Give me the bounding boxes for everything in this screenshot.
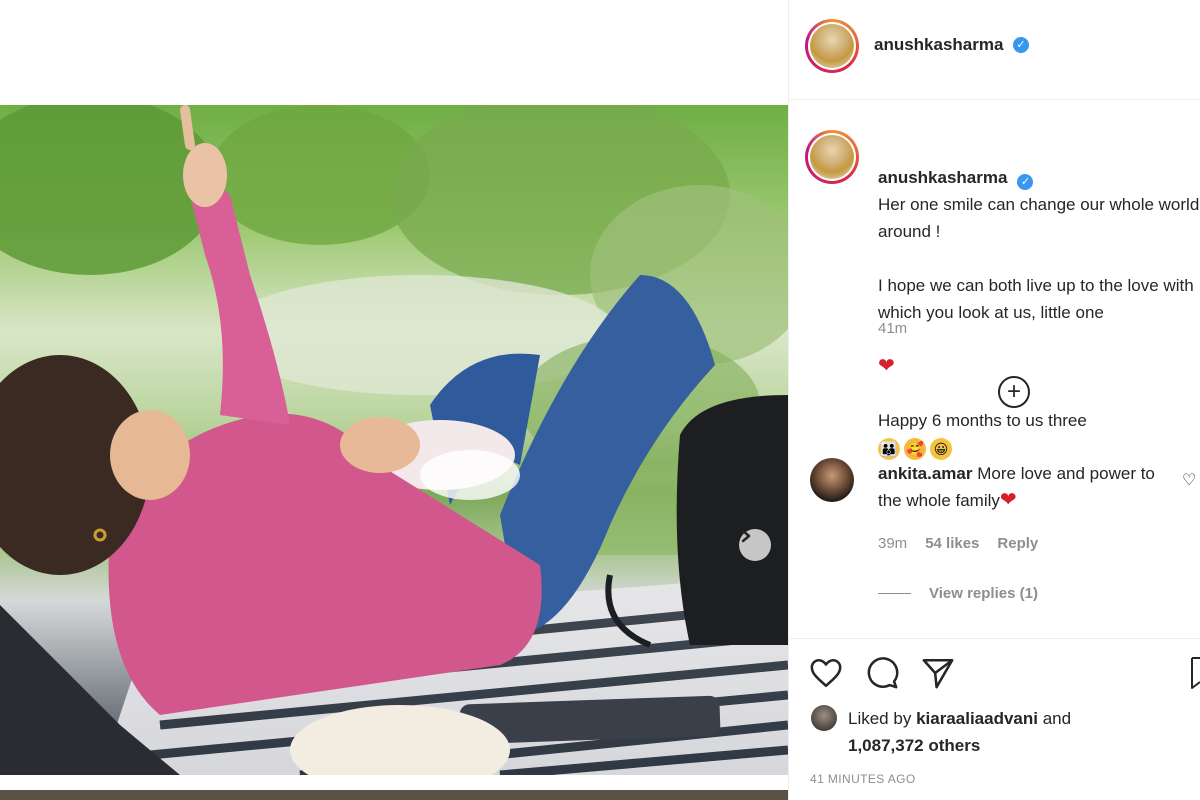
post-timestamp[interactable]: 41 MINUTES AGO xyxy=(810,772,916,786)
like-button[interactable] xyxy=(809,656,843,695)
header-username[interactable]: anushkasharma xyxy=(874,35,1003,55)
avatar-image xyxy=(810,135,854,179)
family-emoji: 👪 xyxy=(878,437,900,460)
liker-avatar[interactable] xyxy=(811,705,837,731)
liked-by-prefix: Liked by xyxy=(848,709,912,728)
red-heart-emoji: ❤ xyxy=(999,489,1017,511)
comment-avatar[interactable] xyxy=(810,458,854,502)
chevron-right-icon xyxy=(741,529,751,543)
comment-meta: 39m 54 likes Reply xyxy=(878,535,1038,552)
plus-circle-icon: + xyxy=(1006,378,1021,405)
post-photo[interactable] xyxy=(0,105,788,775)
share-button[interactable] xyxy=(921,656,955,695)
liker-username[interactable]: kiaraaliaadvani xyxy=(916,709,1038,728)
media-area xyxy=(0,0,788,800)
caption-line-2: I hope we can both live up to the love w… xyxy=(878,276,1194,322)
comment-button[interactable] xyxy=(865,656,899,695)
carousel-next-button[interactable] xyxy=(739,529,771,561)
caption-emojis: 👪 🥰 😀 xyxy=(878,437,952,460)
avatar-image xyxy=(810,24,854,68)
caption-time[interactable]: 41m xyxy=(878,320,907,337)
replies-line xyxy=(878,593,911,594)
comment-like-heart-icon[interactable]: ♡ xyxy=(1182,470,1196,490)
comment-likes[interactable]: 54 likes xyxy=(925,535,979,552)
comment-text: ankita.amar More love and power to the w… xyxy=(878,460,1178,514)
smiling-face-with-hearts-emoji: 🥰 xyxy=(904,437,926,460)
comment-time[interactable]: 39m xyxy=(878,535,907,552)
verified-badge-icon: ✓ xyxy=(1013,37,1029,53)
likes-text: Liked by kiaraaliaadvani and 1,087,372 o… xyxy=(848,705,1071,759)
caption-line-3: Happy 6 months to us three xyxy=(878,411,1087,430)
post-header: anushkasharma ✓ xyxy=(789,0,1200,100)
caption-line-1: Her one smile can change our whole world… xyxy=(878,195,1200,241)
liked-conjunction: and xyxy=(1042,709,1072,728)
caption-text: anushkasharma ✓ Her one smile can change … xyxy=(878,137,1200,461)
next-post-preview xyxy=(0,790,788,800)
action-bar xyxy=(809,656,955,695)
load-more-comments-button[interactable]: + xyxy=(998,376,1030,408)
heart-outline-icon xyxy=(810,658,842,688)
profile-avatar[interactable] xyxy=(805,19,859,73)
comment-bubble-icon xyxy=(867,657,899,689)
view-replies-button[interactable]: View replies (1) xyxy=(878,585,1038,602)
paper-plane-icon xyxy=(922,658,954,689)
post-info-panel: anushkasharma ✓ anushkasharma ✓ Her one s… xyxy=(789,0,1200,800)
caption-avatar[interactable] xyxy=(805,130,859,184)
comment-reply-button[interactable]: Reply xyxy=(997,535,1038,552)
bookmark-icon xyxy=(1191,657,1200,689)
view-replies-label: View replies (1) xyxy=(929,585,1038,602)
others-count[interactable]: 1,087,372 others xyxy=(848,736,980,755)
comment-username[interactable]: ankita.amar xyxy=(878,464,973,483)
photo-illustration xyxy=(0,105,788,775)
verified-badge-icon: ✓ xyxy=(1017,174,1034,190)
red-heart-emoji: ❤ xyxy=(878,355,895,377)
grinning-face-emoji: 😀 xyxy=(930,437,952,460)
save-button[interactable] xyxy=(1191,656,1200,695)
actions-divider xyxy=(789,638,1200,639)
caption-username[interactable]: anushkasharma xyxy=(878,168,1007,187)
